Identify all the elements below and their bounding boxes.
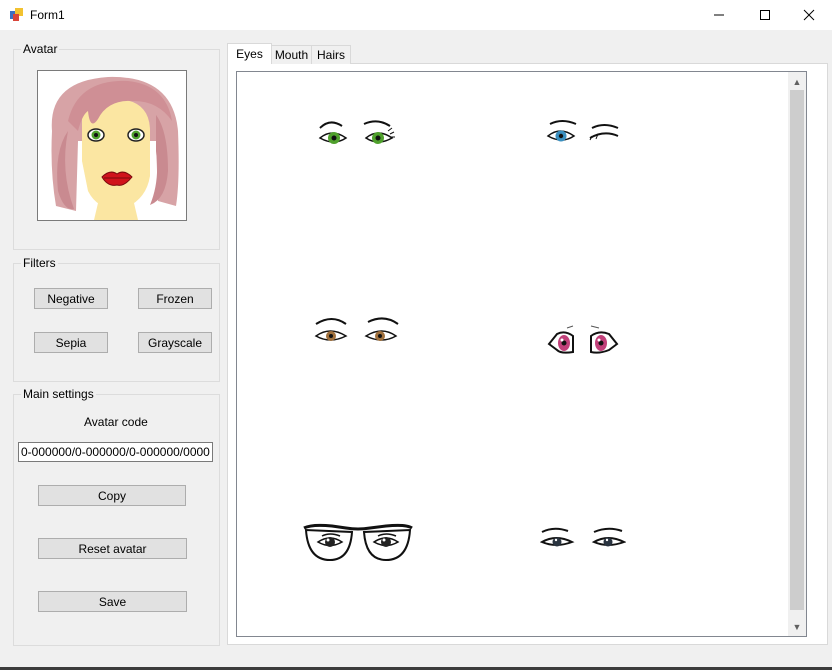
maximize-button[interactable] [742, 0, 788, 30]
scroll-down-button[interactable]: ▼ [788, 618, 806, 635]
scrollbar-thumb[interactable] [790, 90, 804, 610]
frozen-button[interactable]: Frozen [138, 288, 212, 309]
title-bar: Form1 [0, 0, 832, 30]
eye-option-blue-wink[interactable] [546, 116, 622, 150]
vertical-scrollbar[interactable]: ▲ ▼ [788, 72, 806, 636]
filters-group-label: Filters [21, 256, 58, 270]
eye-option-brown[interactable] [312, 316, 400, 348]
app-icon [10, 8, 23, 21]
tab-eyes[interactable]: Eyes [227, 43, 272, 64]
eye-option-dark-lined[interactable] [540, 526, 626, 554]
sepia-button[interactable]: Sepia [34, 332, 108, 353]
avatar-group-label: Avatar [21, 42, 60, 56]
scroll-down-icon: ▼ [792, 621, 802, 632]
eye-option-green[interactable] [316, 116, 396, 150]
grayscale-button[interactable]: Grayscale [138, 332, 212, 353]
minimize-button[interactable] [696, 0, 742, 30]
maximize-icon [760, 10, 770, 20]
avatar-preview [37, 70, 187, 221]
eye-option-glasses[interactable] [302, 522, 414, 566]
scroll-up-button[interactable]: ▲ [788, 73, 806, 90]
negative-button[interactable]: Negative [34, 288, 108, 309]
save-button[interactable]: Save [38, 591, 187, 612]
close-button[interactable] [786, 0, 832, 30]
close-icon [803, 9, 815, 21]
filters-group: Filters [13, 256, 220, 382]
window-title: Form1 [30, 8, 65, 22]
tab-hairs[interactable]: Hairs [311, 45, 351, 64]
scroll-up-icon: ▲ [792, 76, 802, 87]
main-settings-label: Main settings [21, 387, 96, 401]
avatar-code-input[interactable]: 0-000000/0-000000/0-000000/0000 [18, 442, 213, 462]
eye-option-pink-anime[interactable] [547, 324, 619, 358]
copy-button[interactable]: Copy [38, 485, 186, 506]
minimize-icon [714, 14, 724, 16]
tab-mouth[interactable]: Mouth [271, 45, 312, 64]
avatar-image [38, 71, 186, 220]
avatar-code-label: Avatar code [84, 415, 148, 429]
reset-avatar-button[interactable]: Reset avatar [38, 538, 187, 559]
